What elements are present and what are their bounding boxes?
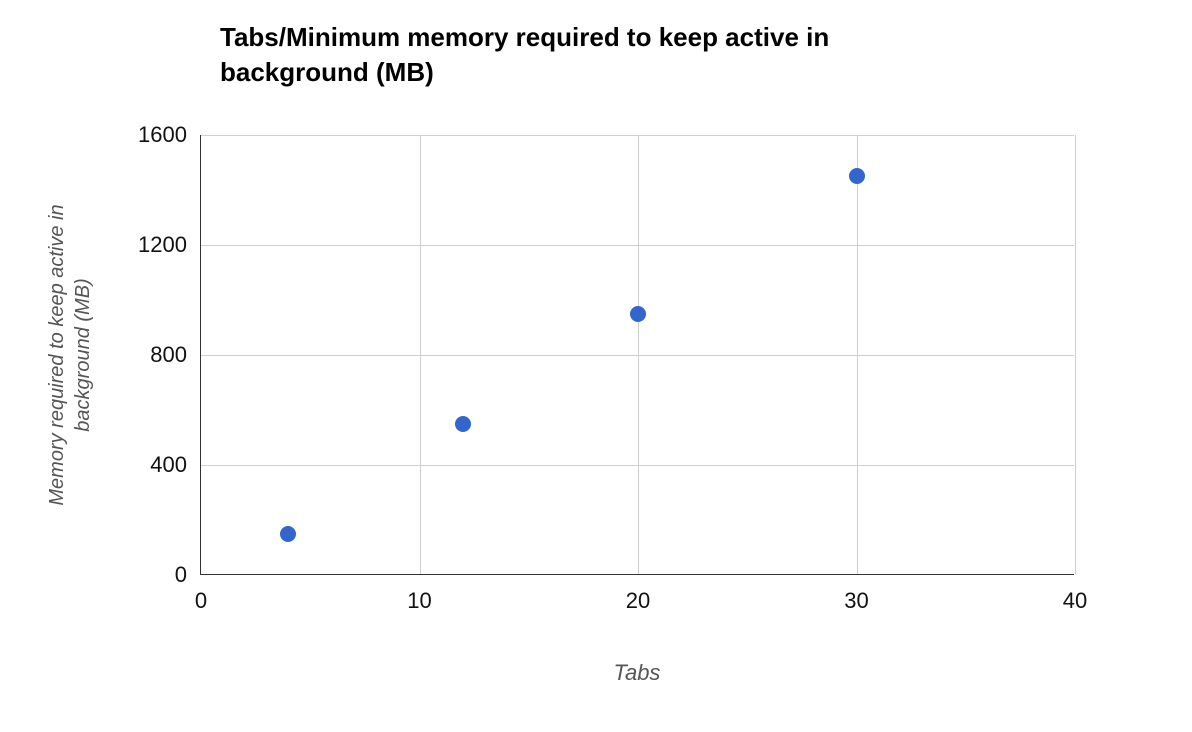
y-tick-label: 1600 (138, 122, 187, 148)
x-tick-label: 20 (626, 588, 650, 614)
x-axis-label: Tabs (200, 660, 1074, 686)
chart-title: Tabs/Minimum memory required to keep act… (220, 20, 940, 90)
x-tick-label: 30 (844, 588, 868, 614)
x-tick-label: 10 (407, 588, 431, 614)
chart-container: Tabs/Minimum memory required to keep act… (0, 0, 1192, 732)
y-tick-label: 800 (150, 342, 187, 368)
data-point (455, 416, 471, 432)
data-point (280, 526, 296, 542)
x-tick-label: 0 (195, 588, 207, 614)
data-point (630, 306, 646, 322)
grid-line-horizontal (201, 245, 1074, 246)
y-tick-label: 0 (175, 562, 187, 588)
y-tick-label: 1200 (138, 232, 187, 258)
data-point (849, 168, 865, 184)
y-tick-label: 400 (150, 452, 187, 478)
y-axis-label: Memory required to keep active inbackgro… (44, 204, 96, 505)
x-tick-label: 40 (1063, 588, 1087, 614)
grid-line-vertical (1075, 135, 1076, 574)
plot-area: 010203040040080012001600 (200, 135, 1074, 575)
grid-line-horizontal (201, 465, 1074, 466)
grid-line-horizontal (201, 135, 1074, 136)
grid-line-horizontal (201, 355, 1074, 356)
